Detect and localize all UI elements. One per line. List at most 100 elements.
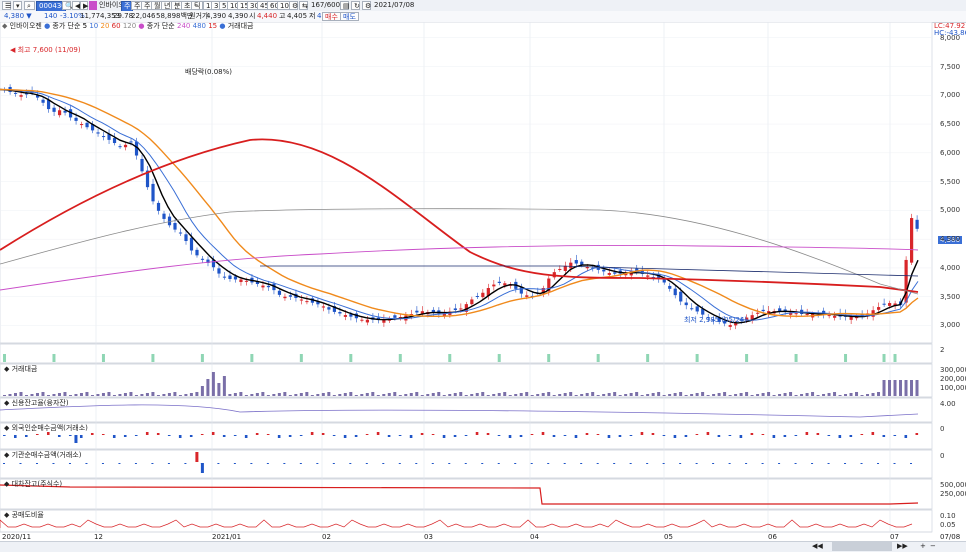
tab-tick[interactable]: 틱 (191, 1, 204, 10)
bar (871, 393, 875, 396)
foreign-bar (486, 433, 490, 435)
chart-canvas[interactable] (0, 21, 966, 543)
bar (827, 393, 831, 396)
bar (596, 354, 600, 362)
legend-ma-label: 종가 단순 (52, 22, 81, 30)
candle-body (266, 285, 271, 288)
candle-body (459, 308, 463, 310)
foreign-bar (453, 435, 457, 437)
bar (877, 392, 881, 396)
candle-body (393, 315, 397, 318)
dropdown-button[interactable]: ▾ (13, 1, 22, 10)
bar (321, 393, 325, 396)
bar (602, 394, 606, 396)
candle-body (613, 272, 617, 274)
candle-body (470, 299, 474, 305)
bar (332, 395, 336, 396)
panel-tick: 0.10 (940, 512, 956, 520)
candle-body (305, 301, 309, 303)
code-search-icon[interactable]: ⌕ (24, 1, 35, 10)
bar (838, 395, 842, 396)
panel-title: ◆ 외국인순매수금액(거래소) (4, 424, 88, 432)
bar (200, 354, 204, 362)
bar (200, 386, 204, 396)
foreign-bar (398, 435, 402, 436)
inst-bar (646, 463, 649, 464)
prev-stock-button[interactable]: ◀ (72, 1, 80, 10)
sell-button[interactable]: 매도 (340, 12, 359, 21)
date-field[interactable]: 2021/07/08 (374, 1, 414, 10)
candle-body (244, 280, 249, 282)
inst-bar (580, 463, 583, 464)
scroll-right-icon[interactable]: ▶▶ (897, 542, 908, 551)
zoom-in-icon[interactable]: + (920, 542, 926, 551)
bar (261, 392, 265, 396)
date-tick: 02 (322, 533, 331, 541)
lock-icon[interactable]: ▤ (340, 1, 350, 10)
buy-button[interactable]: 매수 (322, 12, 341, 21)
bar (409, 393, 413, 396)
gear-icon[interactable]: ⚙ (362, 1, 371, 10)
menu-button[interactable]: ☰ (2, 1, 11, 10)
date-tick: 07/08 (940, 533, 961, 541)
bar (772, 395, 776, 396)
bar (217, 383, 221, 396)
foreign-bar (629, 435, 633, 436)
panel-frame (0, 397, 933, 423)
open-value: 4,390 (228, 12, 249, 20)
bar (206, 379, 210, 396)
bar (233, 393, 237, 396)
scroll-left-icon[interactable]: ◀◀ (812, 542, 823, 551)
inst-bar (195, 452, 199, 462)
candle-body (415, 310, 419, 313)
bar (101, 354, 105, 362)
zoom-out-icon[interactable]: − (930, 542, 936, 551)
bar (591, 392, 595, 396)
bar (789, 392, 793, 396)
bar (90, 395, 94, 396)
candle-body (162, 213, 166, 219)
bar (68, 395, 72, 396)
foreign-bar (871, 432, 875, 435)
bar (255, 393, 259, 396)
bar (145, 393, 149, 396)
candle-body (123, 144, 128, 148)
foreign-bar (288, 435, 292, 437)
bar (547, 354, 551, 362)
foreign-bar (277, 435, 281, 438)
bar (349, 392, 353, 396)
link-icon[interactable]: ⇆ (299, 1, 308, 10)
candle-body (13, 92, 18, 94)
foreign-bar (266, 434, 270, 435)
settings-icon[interactable]: ⚙ (289, 1, 298, 10)
scroll-bar[interactable]: ◀◀ ▶▶ + − (0, 541, 966, 552)
price-tick: 8,000 (940, 33, 961, 42)
legend-stock-name: 인바이오젠 (9, 22, 42, 30)
search-icon[interactable]: 🔍 (62, 1, 74, 10)
bar (371, 392, 375, 396)
candle-body (646, 275, 650, 277)
refresh-icon[interactable]: ↻ (351, 1, 360, 10)
inst-bar (530, 463, 533, 464)
candle-body (360, 319, 364, 321)
bar (844, 354, 848, 362)
next-stock-button[interactable]: ▶ (80, 1, 88, 10)
date-tick: 2020/11 (2, 533, 32, 541)
candle-body (288, 295, 293, 297)
inst-bar (844, 463, 847, 464)
candle-body (283, 296, 287, 299)
inst-bar (382, 463, 385, 464)
bar (140, 394, 144, 396)
bar (574, 395, 578, 396)
foreign-bar (365, 434, 369, 435)
bar (739, 393, 743, 396)
scroll-thumb[interactable] (832, 542, 892, 551)
inst-bar (151, 463, 154, 464)
foreign-bar (321, 433, 325, 435)
stock-chart[interactable]: ◆ 인바이오젠 ● 종가 단순 5 10 20 60 120 ● 종가 단순 2… (0, 21, 966, 543)
inst-bar (695, 463, 698, 464)
inst-bar (332, 463, 335, 464)
bar (717, 393, 721, 396)
panel-tick: 0 (940, 425, 945, 433)
panel-tick: 2 (940, 346, 945, 354)
